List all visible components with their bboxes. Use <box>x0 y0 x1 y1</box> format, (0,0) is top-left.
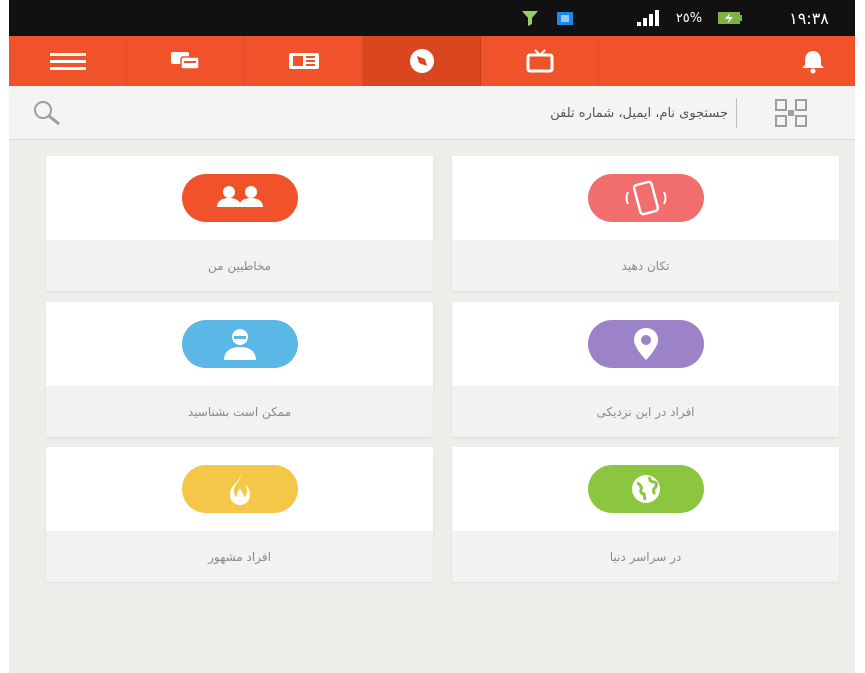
qr-code-icon[interactable] <box>773 98 809 128</box>
search-icon[interactable] <box>31 99 63 127</box>
card-icon-area <box>46 447 433 531</box>
person-icon <box>181 320 298 368</box>
signal-icon <box>631 8 665 28</box>
flame-icon <box>181 465 298 513</box>
compass-icon <box>409 49 434 73</box>
tab-news[interactable] <box>245 36 363 86</box>
card-label: در سراسر دنیا <box>452 531 839 582</box>
top-toolbar <box>9 36 855 86</box>
status-bar: ٢٥% ١٩:٣٨ <box>9 0 855 36</box>
notifications-button[interactable] <box>599 36 855 86</box>
clock: ١٩:٣٨ <box>789 8 829 28</box>
card-people-nearby[interactable]: افراد در این نزدیکی <box>452 302 839 437</box>
card-icon-area <box>452 447 839 531</box>
card-icon-area <box>452 156 839 240</box>
hamburger-menu-icon <box>49 53 86 70</box>
location-pin-icon <box>587 320 704 368</box>
notification-app-icon <box>519 8 541 28</box>
card-label: تکان دهید <box>452 240 839 291</box>
search-bar <box>9 86 855 140</box>
card-people-you-may-know[interactable]: ممکن است بشناسید <box>46 302 433 437</box>
tv-icon <box>526 49 553 73</box>
card-label: مخاطبین من <box>46 240 433 291</box>
contacts-icon <box>181 174 298 222</box>
bell-icon <box>802 51 824 74</box>
app-screen: ٢٥% ١٩:٣٨ جستجوی نام، ایمیل، شماره تلفن … <box>9 0 855 673</box>
search-input[interactable] <box>84 98 734 128</box>
battery-percent: ٢٥% <box>675 10 703 26</box>
menu-button[interactable] <box>9 36 127 86</box>
card-famous-people[interactable]: افراد مشهور <box>46 447 433 582</box>
shake-phone-icon <box>587 174 704 222</box>
card-shake[interactable]: تکان دهید <box>452 156 839 291</box>
tab-tv[interactable] <box>481 36 599 86</box>
card-label: افراد در این نزدیکی <box>452 386 839 437</box>
battery-charging-icon <box>715 8 745 28</box>
card-icon-area <box>452 302 839 386</box>
card-icon-area <box>46 302 433 386</box>
globe-icon <box>587 465 704 513</box>
card-my-contacts[interactable]: مخاطبین من <box>46 156 433 291</box>
card-worldwide[interactable]: در سراسر دنیا <box>452 447 839 582</box>
tab-discover[interactable] <box>363 36 481 86</box>
newspaper-icon <box>288 53 319 69</box>
card-label: افراد مشهور <box>46 531 433 582</box>
chat-bubbles-icon <box>170 52 200 70</box>
card-label: ممکن است بشناسید <box>46 386 433 437</box>
search-divider <box>736 98 737 128</box>
wifi-icon <box>554 8 576 28</box>
tab-chats[interactable] <box>127 36 245 86</box>
card-icon-area <box>46 156 433 240</box>
